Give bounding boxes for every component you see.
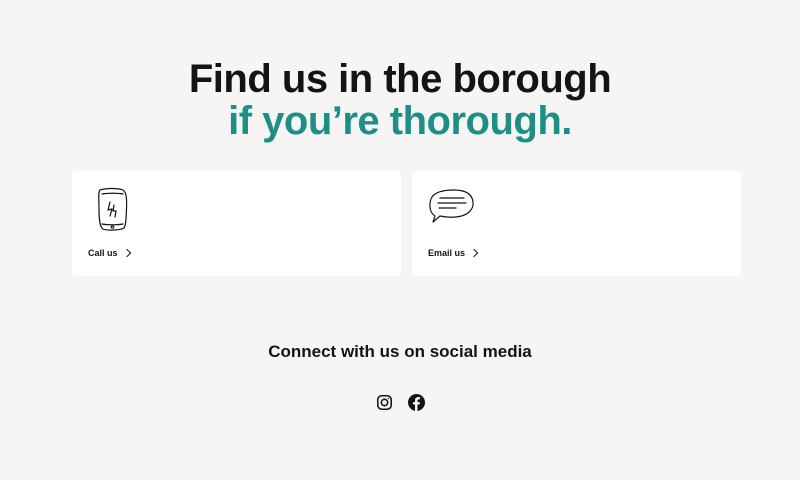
page-title: Find us in the borough if you’re thoroug… (0, 58, 800, 142)
speech-bubble-icon (426, 185, 478, 232)
title-line-1: Find us in the borough (188, 57, 612, 101)
facebook-icon[interactable] (407, 394, 425, 411)
title-line-2-accent: if you’re thorough. (228, 99, 572, 143)
call-card: Call us (72, 171, 401, 276)
chevron-right-icon (122, 248, 131, 258)
chevron-right-icon (469, 248, 479, 258)
social-links (0, 394, 800, 411)
phone-icon (86, 185, 130, 238)
call-us-link[interactable]: Call us (88, 248, 131, 258)
email-card: Email us (412, 171, 741, 276)
instagram-icon[interactable] (376, 394, 393, 411)
call-us-label: Call us (88, 248, 118, 258)
social-heading: Connect with us on social media (268, 342, 532, 361)
contact-section: Find us in the borough if you’re thoroug… (0, 0, 800, 480)
email-us-label: Email us (428, 248, 466, 258)
email-us-link[interactable]: Email us (428, 248, 479, 258)
